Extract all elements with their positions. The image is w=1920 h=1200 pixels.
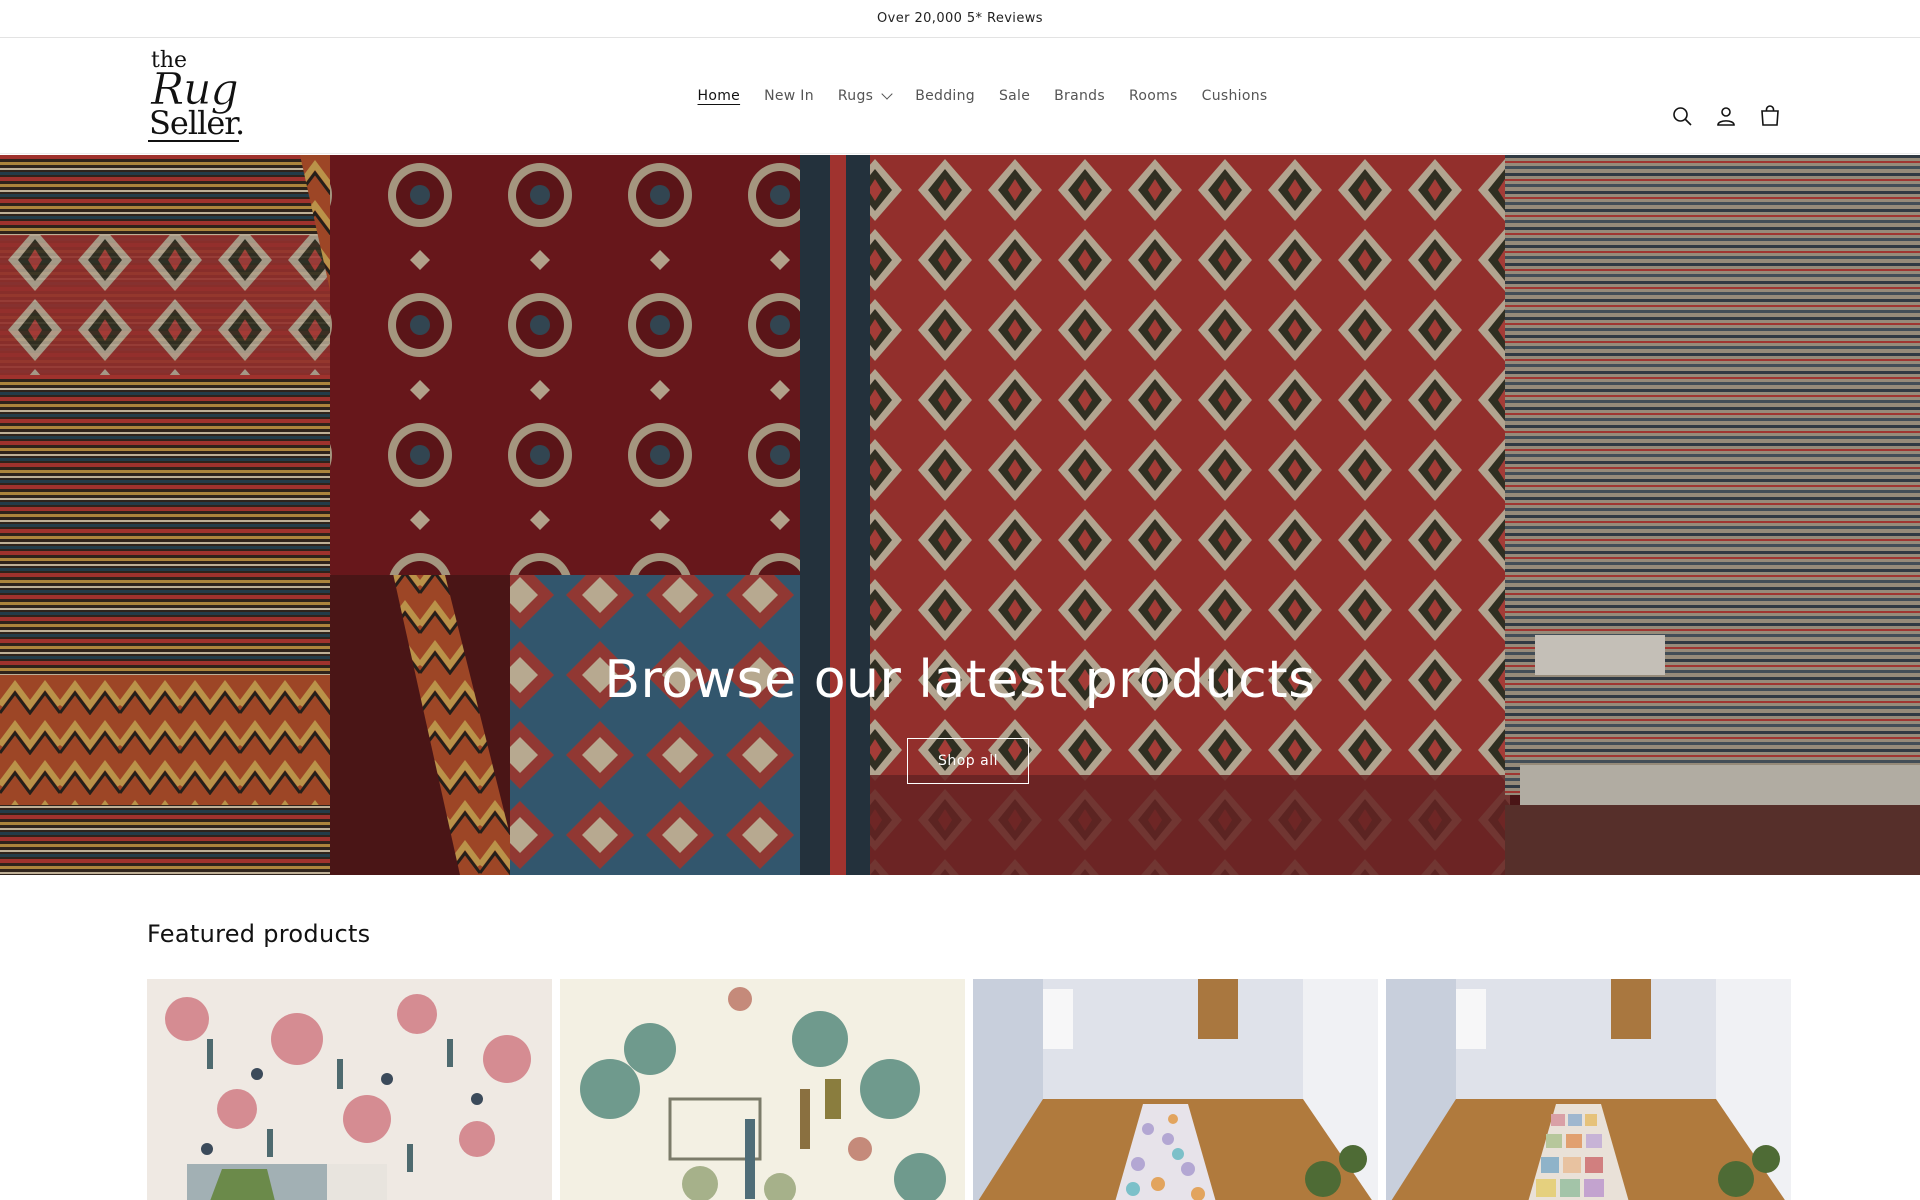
nav-cushions[interactable]: Cushions xyxy=(1202,88,1268,104)
featured-products-title: Featured products xyxy=(147,920,371,948)
product-card-toile-pink[interactable] xyxy=(147,979,552,1200)
product-card-toile-green[interactable] xyxy=(560,979,965,1200)
chevron-down-icon xyxy=(881,88,893,100)
logo-underline xyxy=(148,140,239,142)
site-logo[interactable]: the Rug Seller. xyxy=(148,50,248,142)
hero-title: Browse our latest products xyxy=(604,650,1316,710)
product-card-runner-patchwork[interactable] xyxy=(1386,979,1791,1200)
hero-banner: Browse our latest products Shop all xyxy=(0,155,1920,875)
account-icon[interactable] xyxy=(1714,104,1738,128)
nav-brands[interactable]: Brands xyxy=(1054,88,1105,104)
nav-bedding[interactable]: Bedding xyxy=(915,88,975,104)
nav-rugs-label: Rugs xyxy=(837,88,874,104)
nav-home[interactable]: Home xyxy=(698,88,741,104)
search-icon[interactable] xyxy=(1670,104,1694,128)
nav-rugs[interactable]: Rugs xyxy=(837,88,893,104)
nav-rooms[interactable]: Rooms xyxy=(1129,88,1178,104)
main-nav: Home New In Rugs Bedding Sale Brands Roo… xyxy=(0,38,1920,154)
header-icons xyxy=(1670,104,1782,128)
product-card-runner-trellis[interactable] xyxy=(973,979,1378,1200)
logo-word-seller: Seller. xyxy=(149,104,245,142)
product-image-runner-patchwork xyxy=(1386,979,1791,1200)
shop-all-button[interactable]: Shop all xyxy=(907,738,1029,784)
product-image-toile-green xyxy=(560,979,965,1200)
nav-new-in[interactable]: New In xyxy=(764,88,814,104)
announcement-text: Over 20,000 5* Reviews xyxy=(877,11,1043,26)
cart-icon[interactable] xyxy=(1758,104,1782,128)
nav-sale[interactable]: Sale xyxy=(999,88,1030,104)
product-image-toile-pink xyxy=(147,979,552,1200)
product-image-runner-trellis xyxy=(973,979,1378,1200)
announcement-bar: Over 20,000 5* Reviews xyxy=(0,0,1920,38)
product-grid xyxy=(147,979,1791,1200)
site-header: the Rug Seller. Home New In Rugs Bedding… xyxy=(0,38,1920,154)
